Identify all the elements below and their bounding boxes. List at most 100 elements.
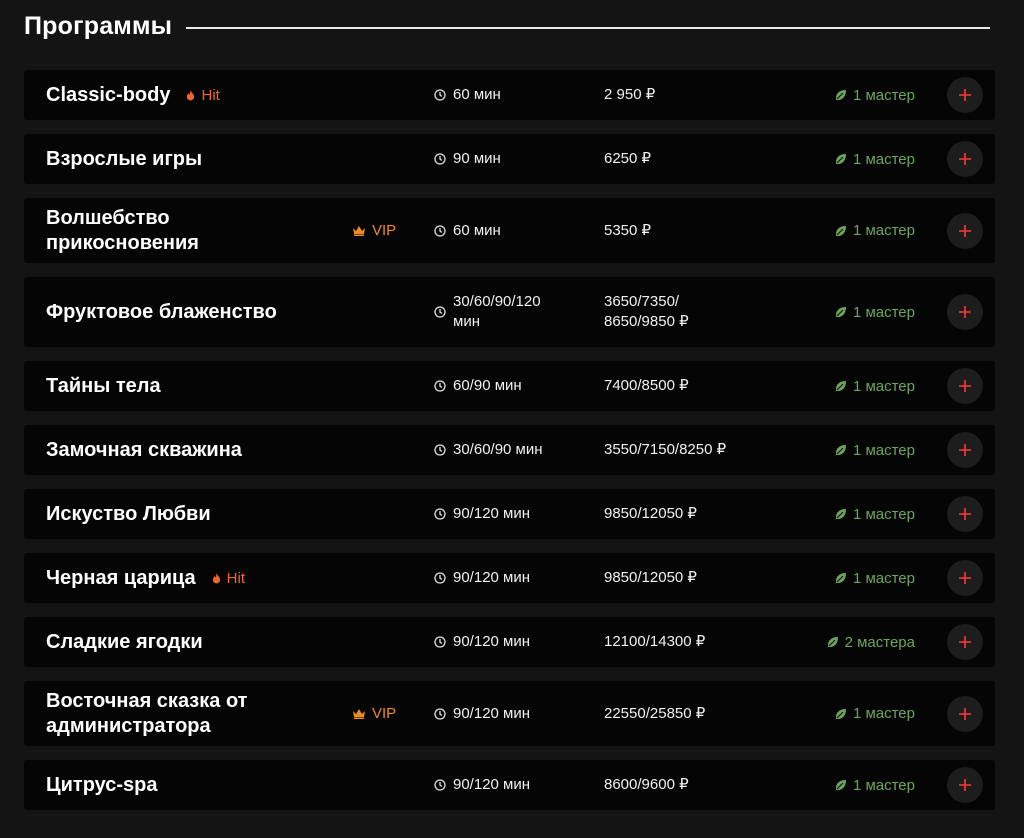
add-button[interactable] bbox=[947, 77, 983, 113]
price-cell: 5350 ₽ bbox=[604, 198, 754, 263]
duration: 30/60/90/120 мин bbox=[453, 293, 541, 330]
clock-icon bbox=[434, 572, 446, 584]
badge-label: Hit bbox=[226, 569, 246, 587]
plus-icon bbox=[959, 779, 971, 791]
leaves-icon bbox=[827, 637, 838, 647]
price: 9850/12050 ₽ bbox=[604, 569, 697, 586]
program-name-cell: Classic-body Hit bbox=[46, 70, 346, 120]
clock-icon bbox=[434, 89, 446, 101]
clock-icon bbox=[434, 444, 446, 456]
program-name: Сладкие ягодки bbox=[46, 630, 203, 653]
crown-icon bbox=[353, 709, 365, 719]
add-button[interactable] bbox=[947, 141, 983, 177]
duration-cell: 30/60/90 мин bbox=[434, 425, 594, 475]
duration-cell: 90/120 мин bbox=[434, 681, 594, 746]
leaf-icon bbox=[835, 381, 846, 391]
badge-cell: VIP bbox=[352, 681, 442, 746]
clock-icon bbox=[434, 224, 446, 237]
masters-count: 1 мастер bbox=[852, 86, 915, 104]
program-name-cell: Искуство Любви bbox=[46, 489, 346, 539]
masters-cell: 1 мастер bbox=[745, 134, 915, 184]
masters-count: 1 мастер bbox=[852, 705, 915, 722]
masters-cell: 1 мастер bbox=[745, 760, 915, 810]
masters-cell: 1 мастер bbox=[745, 277, 915, 347]
program-row[interactable]: Волшебство прикосновения VIP 60 мин 5350… bbox=[24, 198, 995, 263]
add-button[interactable] bbox=[947, 294, 983, 330]
duration: 60 мин bbox=[453, 221, 501, 239]
programs-list: Classic-body Hit 60 мин 2 950 ₽ 1 мастер… bbox=[24, 70, 995, 824]
program-name: Тайны тела bbox=[46, 374, 161, 397]
price: 5350 ₽ bbox=[604, 221, 652, 239]
duration-cell: 60 мин bbox=[434, 70, 594, 120]
program-row[interactable]: Восточная сказка от администратора VIP 9… bbox=[24, 681, 995, 746]
program-name: Восточная сказка от администратора bbox=[46, 689, 248, 737]
plus-icon bbox=[959, 572, 971, 584]
price-cell: 3650/7350/ 8650/9850 ₽ bbox=[604, 277, 754, 347]
duration-cell: 60/90 мин bbox=[434, 361, 594, 411]
program-row[interactable]: Взрослые игры 90 мин 6250 ₽ 1 мастер bbox=[24, 134, 995, 184]
program-row[interactable]: Черная царица Hit 90/120 мин 9850/12050 … bbox=[24, 553, 995, 603]
program-row[interactable]: Classic-body Hit 60 мин 2 950 ₽ 1 мастер bbox=[24, 70, 995, 120]
program-row[interactable]: Искуство Любви 90/120 мин 9850/12050 ₽ 1… bbox=[24, 489, 995, 539]
plus-icon bbox=[959, 89, 971, 101]
page-title: Программы bbox=[24, 11, 173, 40]
price-cell: 7400/8500 ₽ bbox=[604, 361, 754, 411]
hit-badge: Hit bbox=[212, 570, 245, 587]
program-name-cell: Волшебство прикосновения bbox=[46, 198, 346, 263]
plus-icon bbox=[959, 444, 971, 456]
price: 8600/9600 ₽ bbox=[604, 776, 689, 793]
badge-label: VIP bbox=[372, 222, 397, 239]
duration: 60/90 мин bbox=[453, 377, 522, 394]
crown-icon bbox=[353, 226, 365, 236]
program-name: Цитрус-spa bbox=[46, 773, 158, 796]
clock-icon bbox=[434, 380, 446, 392]
program-name-cell: Сладкие ягодки bbox=[46, 617, 346, 667]
program-row[interactable]: Фруктовое блаженство 30/60/90/120 мин 36… bbox=[24, 277, 995, 347]
add-button[interactable] bbox=[947, 496, 983, 532]
masters-cell: 1 мастер bbox=[745, 425, 915, 475]
price: 9850/12050 ₽ bbox=[604, 505, 697, 522]
duration: 60 мин bbox=[453, 86, 501, 103]
program-name: Черная царица bbox=[46, 566, 196, 589]
clock-icon bbox=[434, 779, 446, 791]
clock-icon bbox=[434, 707, 446, 720]
add-button[interactable] bbox=[947, 212, 983, 249]
add-button[interactable] bbox=[947, 624, 983, 660]
masters-count: 1 мастер bbox=[852, 441, 915, 459]
program-row[interactable]: Тайны тела 60/90 мин 7400/8500 ₽ 1 масте… bbox=[24, 361, 995, 411]
program-name-cell: Тайны тела bbox=[46, 361, 346, 411]
price-cell: 6250 ₽ bbox=[604, 134, 754, 184]
add-button[interactable] bbox=[947, 695, 983, 732]
leaf-icon bbox=[835, 509, 846, 519]
program-name-cell: Фруктовое блаженство bbox=[46, 277, 346, 347]
vip-badge: VIP bbox=[352, 705, 396, 722]
duration: 30/60/90 мин bbox=[453, 441, 543, 458]
program-name: Classic-body bbox=[46, 83, 171, 106]
leaf-icon bbox=[835, 307, 846, 317]
program-row[interactable]: Замочная скважина 30/60/90 мин 3550/7150… bbox=[24, 425, 995, 475]
program-name-cell: Черная царица Hit bbox=[46, 553, 346, 603]
program-name-cell: Замочная скважина bbox=[46, 425, 346, 475]
program-name: Волшебство прикосновения bbox=[46, 206, 199, 254]
add-button[interactable] bbox=[947, 767, 983, 803]
add-button[interactable] bbox=[947, 432, 983, 468]
plus-icon bbox=[959, 153, 971, 165]
duration: 90/120 мин bbox=[453, 704, 531, 722]
leaf-icon bbox=[835, 154, 846, 164]
badge-cell: VIP bbox=[352, 198, 442, 263]
program-row[interactable]: Сладкие ягодки 90/120 мин 12100/14300 ₽ … bbox=[24, 617, 995, 667]
price: 3550/7150/8250 ₽ bbox=[604, 441, 727, 458]
add-button[interactable] bbox=[947, 560, 983, 596]
plus-icon bbox=[959, 707, 971, 720]
duration: 90/120 мин bbox=[453, 569, 531, 586]
price: 22550/25850 ₽ bbox=[604, 704, 706, 722]
program-row[interactable]: Цитрус-spa 90/120 мин 8600/9600 ₽ 1 маст… bbox=[24, 760, 995, 810]
duration-cell: 30/60/90/120 мин bbox=[434, 277, 594, 347]
program-name: Взрослые игры bbox=[46, 147, 203, 170]
add-button[interactable] bbox=[947, 368, 983, 404]
clock-icon bbox=[434, 306, 446, 318]
masters-cell: 2 мастера bbox=[745, 617, 915, 667]
leaf-icon bbox=[835, 90, 846, 100]
masters-count: 1 мастер bbox=[852, 303, 915, 321]
leaf-icon bbox=[835, 225, 846, 236]
